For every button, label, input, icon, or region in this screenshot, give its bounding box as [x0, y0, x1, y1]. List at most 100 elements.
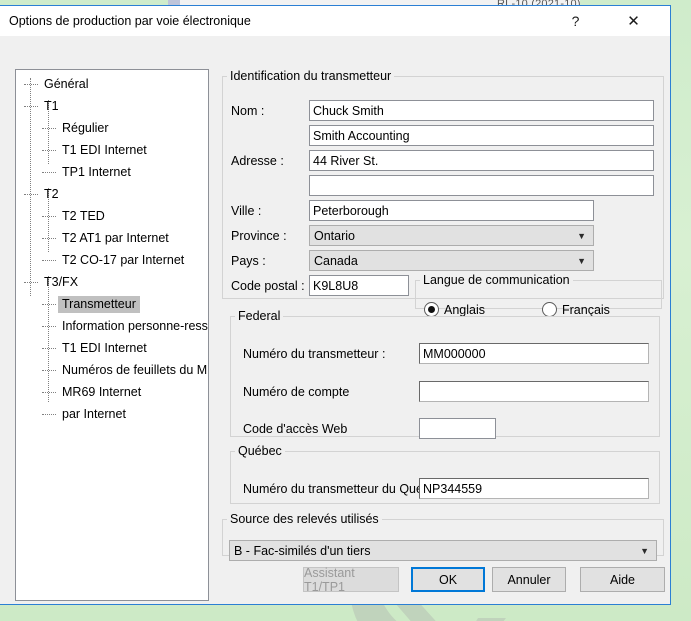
- tree-connector-icon: [42, 348, 56, 350]
- tree-item-label: par Internet: [62, 406, 126, 421]
- province-select[interactable]: Ontario ▼: [309, 225, 594, 246]
- assistant-button[interactable]: Assistant T1/TP1: [303, 566, 399, 594]
- quebec-numero-transmetteur-input[interactable]: [419, 478, 649, 499]
- province-selected-value: Ontario: [314, 228, 355, 243]
- federal-code-acces-web-label: Code d'accès Web: [243, 422, 348, 436]
- federal-numero-transmetteur-label: Numéro du transmetteur :: [243, 347, 386, 361]
- province-label: Province :: [231, 229, 287, 243]
- federal-code-acces-web-input[interactable]: [419, 418, 496, 439]
- langue-communication-group: Langue de communication Anglais Français: [415, 273, 662, 317]
- tree-connector-icon: [42, 326, 56, 328]
- tree-connector-icon: [24, 84, 38, 86]
- tree-item-label: T3/FX: [44, 274, 79, 289]
- tree-item-label: Transmetteur: [58, 295, 140, 313]
- code-postal-input[interactable]: [309, 275, 409, 296]
- tree-item-t2-co17-par-internet[interactable]: T2 CO-17 par Internet: [16, 249, 208, 271]
- tree-item-label: Régulier: [62, 120, 109, 135]
- tree-item-transmetteur[interactable]: Transmetteur: [16, 293, 208, 315]
- tree-item-regulier[interactable]: Régulier: [16, 117, 208, 139]
- ville-label: Ville :: [231, 204, 262, 218]
- tree-item-label: TP1 Internet: [62, 164, 131, 179]
- tree-item-t2-at1-par-internet[interactable]: T2 AT1 par Internet: [16, 227, 208, 249]
- tree-connector-icon: [42, 260, 56, 262]
- langue-group-legend: Langue de communication: [423, 273, 570, 287]
- dialog-button-row: Assistant T1/TP1 OK Annuler Aide: [0, 566, 665, 594]
- pays-select[interactable]: Canada ▼: [309, 250, 594, 271]
- help-button[interactable]: Aide: [580, 567, 665, 592]
- tree-connector-icon: [42, 216, 56, 218]
- source-group-legend: Source des relevés utilisés: [230, 512, 379, 526]
- tree-connector-icon: [42, 370, 56, 372]
- quebec-group: Québec Numéro du transmetteur du Québec: [230, 444, 660, 504]
- tree-connector-icon: [42, 150, 56, 152]
- tree-connector-icon: [42, 128, 56, 130]
- nom-label: Nom :: [231, 104, 265, 118]
- adresse-label: Adresse :: [231, 154, 284, 168]
- tree-item-t1-edi-internet-2[interactable]: T1 EDI Internet: [16, 337, 208, 359]
- quebec-group-legend: Québec: [238, 444, 282, 458]
- identification-group-legend: Identification du transmetteur: [230, 69, 392, 83]
- dialog-title: Options de production par voie électroni…: [9, 14, 251, 28]
- tree-connector-icon: [42, 238, 56, 240]
- tree-item-label: T2 AT1 par Internet: [62, 230, 169, 245]
- tree-connector-icon: [42, 172, 56, 174]
- dialog-body: Général T1 Régulier T1 EDI Internet TP1 …: [0, 36, 670, 604]
- dialog-titlebar: Options de production par voie électroni…: [0, 6, 670, 36]
- pays-selected-value: Canada: [314, 253, 358, 268]
- adresse-input[interactable]: [309, 150, 654, 171]
- tree-item-label: T2 TED: [62, 208, 105, 223]
- tree-item-label: Information personne-ressource: [62, 318, 208, 333]
- source-releves-select[interactable]: B - Fac-similés d'un tiers ▼: [229, 540, 657, 561]
- tree-item-mr69-internet[interactable]: MR69 Internet: [16, 381, 208, 403]
- chevron-down-icon: ▼: [577, 255, 586, 266]
- tree-connector-icon: [24, 106, 38, 108]
- ok-button[interactable]: OK: [411, 567, 485, 592]
- tree-item-general[interactable]: Général: [16, 73, 208, 95]
- tree-connector-icon: [24, 194, 38, 196]
- cancel-button[interactable]: Annuler: [492, 567, 566, 592]
- tree-item-t1-edi-internet[interactable]: T1 EDI Internet: [16, 139, 208, 161]
- options-dialog: Options de production par voie électroni…: [0, 5, 671, 605]
- quebec-numero-transmetteur-label: Numéro du transmetteur du Québec: [243, 482, 444, 496]
- options-panel: Identification du transmetteur Nom : Adr…: [222, 69, 664, 561]
- ville-input[interactable]: [309, 200, 594, 221]
- tree-item-label: T1: [44, 98, 59, 113]
- identification-group: Identification du transmetteur Nom : Adr…: [222, 69, 664, 317]
- source-selected-value: B - Fac-similés d'un tiers: [234, 543, 371, 558]
- tree-item-label: T2: [44, 186, 59, 201]
- tree-connector-icon: [24, 282, 38, 284]
- federal-group: Federal Numéro du transmetteur : Numéro …: [230, 309, 660, 439]
- source-releves-group: Source des relevés utilisés B - Fac-simi…: [222, 512, 664, 561]
- federal-numero-transmetteur-input[interactable]: [419, 343, 649, 364]
- chevron-down-icon: ▼: [577, 230, 586, 241]
- federal-numero-compte-input[interactable]: [419, 381, 649, 402]
- desktop-background: RL-10 (2021-10) Options de production pa…: [0, 0, 691, 621]
- tree-connector-icon: [42, 392, 56, 394]
- tree-item-label: Général: [44, 76, 89, 91]
- tree-connector-icon: [42, 414, 56, 416]
- tree-item-information-personne-ressource[interactable]: Information personne-ressource: [16, 315, 208, 337]
- nom-input[interactable]: [309, 100, 654, 121]
- tree-connector-icon: [42, 304, 56, 306]
- tree-item-tp1-internet[interactable]: TP1 Internet: [16, 161, 208, 183]
- chevron-down-icon: ▼: [640, 545, 649, 556]
- pays-label: Pays :: [231, 254, 266, 268]
- federal-group-legend: Federal: [238, 309, 281, 323]
- tree-item-label: MR69 Internet: [62, 384, 142, 399]
- tree-item-t3-fx[interactable]: T3/FX: [16, 271, 208, 293]
- close-icon[interactable]: ✕: [611, 6, 656, 36]
- adresse-line2-input[interactable]: [309, 175, 654, 196]
- code-postal-label: Code postal :: [231, 279, 305, 293]
- tree-item-label: Numéros de feuillets du MRQ: [62, 362, 208, 377]
- federal-numero-compte-label: Numéro de compte: [243, 385, 350, 399]
- tree-item-t2[interactable]: T2: [16, 183, 208, 205]
- nom-secondary-input[interactable]: [309, 125, 654, 146]
- tree-item-label: T1 EDI Internet: [62, 340, 147, 355]
- tree-item-numeros-feuillets-mrq[interactable]: Numéros de feuillets du MRQ: [16, 359, 208, 381]
- tree-item-t1[interactable]: T1: [16, 95, 208, 117]
- tree-item-t2-ted[interactable]: T2 TED: [16, 205, 208, 227]
- tree-item-par-internet[interactable]: par Internet: [16, 403, 208, 425]
- options-tree[interactable]: Général T1 Régulier T1 EDI Internet TP1 …: [15, 69, 209, 601]
- help-icon[interactable]: ?: [553, 6, 598, 36]
- tree-item-label: T1 EDI Internet: [62, 142, 147, 157]
